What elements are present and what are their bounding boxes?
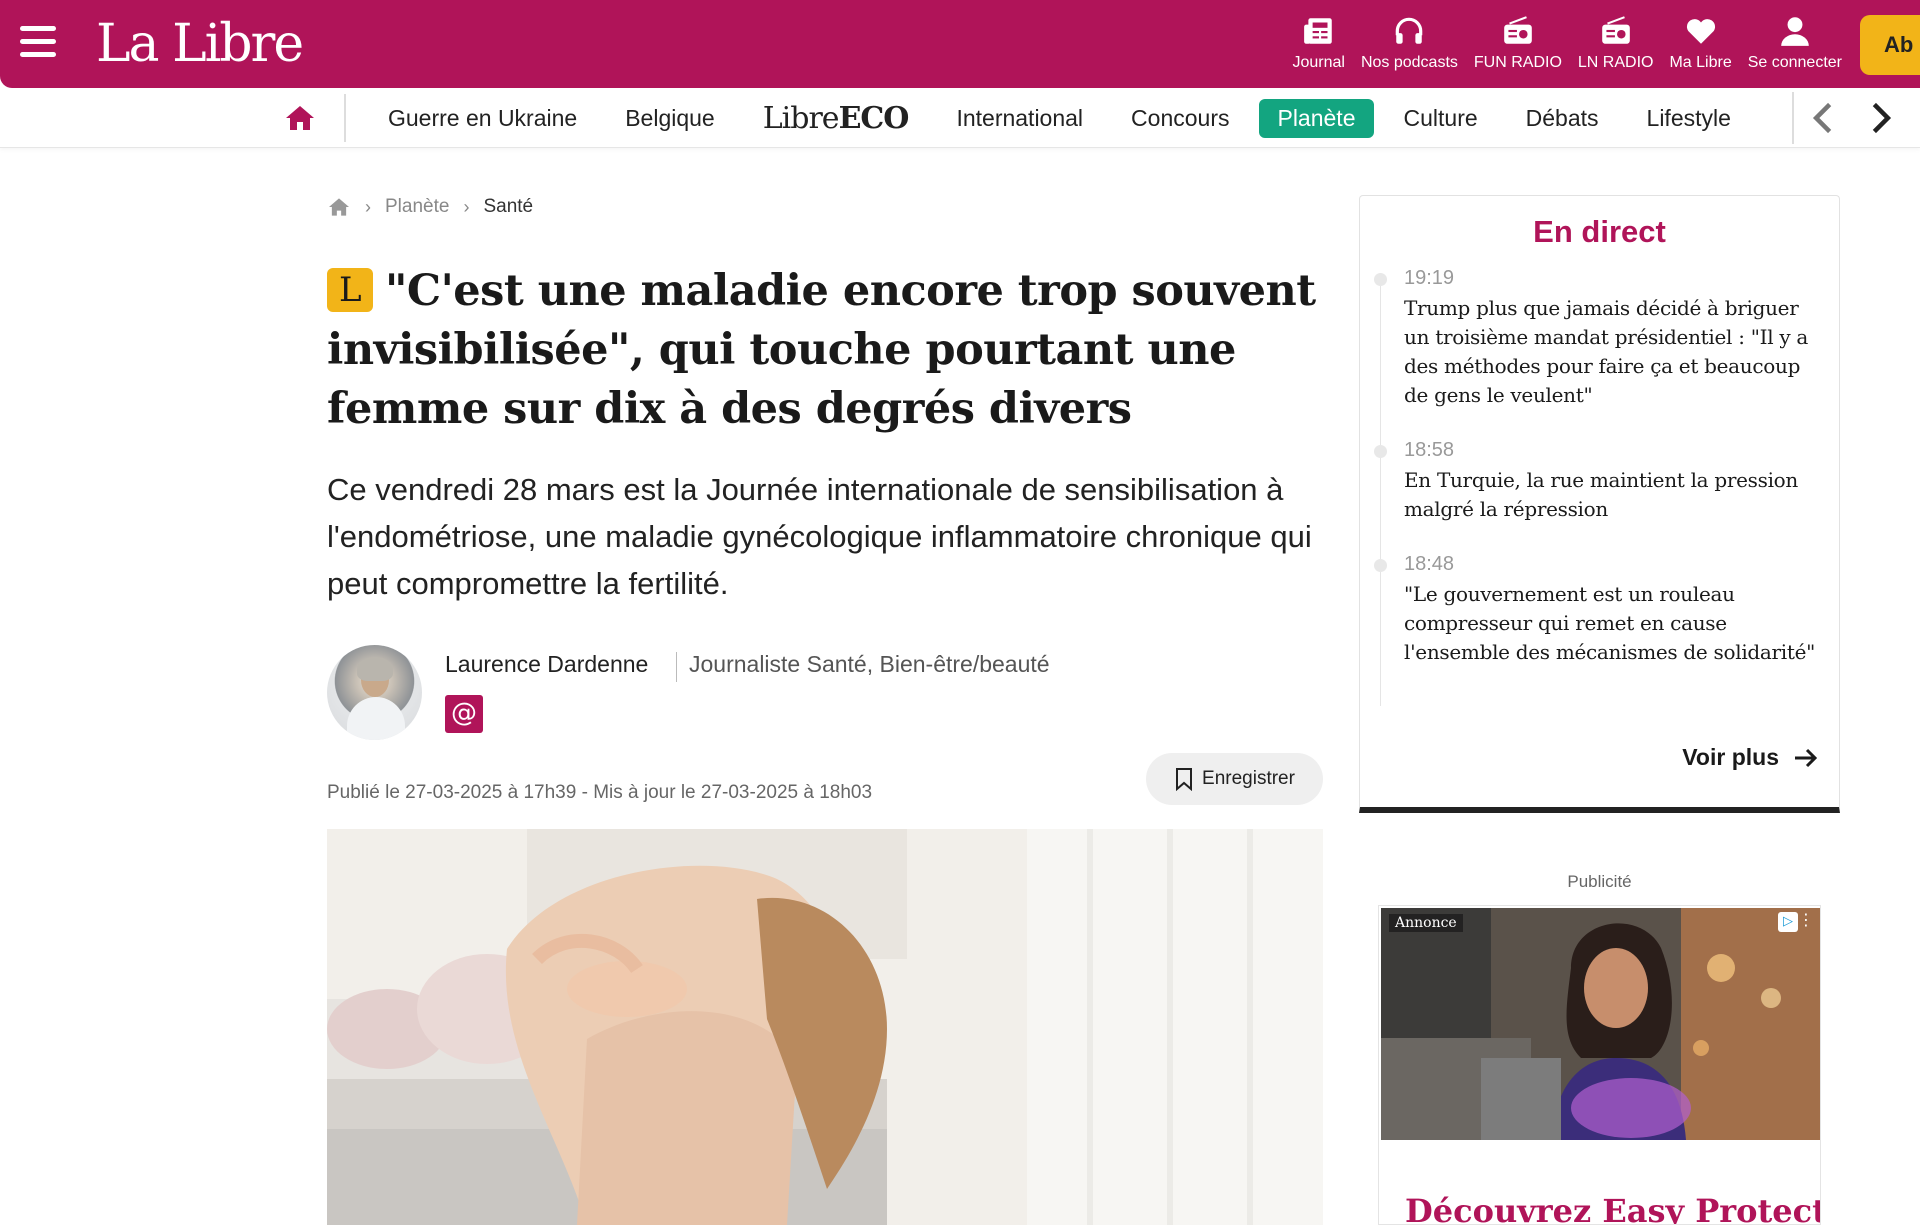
fun-radio-button[interactable]: FUN RADIO xyxy=(1466,0,1570,72)
save-label: Enregistrer xyxy=(1202,768,1295,789)
top-bar: La Libre Journal Nos podcasts FUN RADIO … xyxy=(0,0,1920,88)
home-icon[interactable] xyxy=(284,102,316,134)
hero-illustration xyxy=(327,829,1323,1225)
breadcrumb-item-sante[interactable]: Santé xyxy=(483,196,533,218)
ad-image[interactable]: Annonce ▷ ⋮ xyxy=(1381,908,1820,1140)
ad-headline[interactable]: Découvrez Easy Protect xyxy=(1405,1192,1820,1224)
nav-item-debats[interactable]: Débats xyxy=(1508,99,1617,138)
chevron-right-icon: › xyxy=(365,196,371,217)
home-icon[interactable] xyxy=(327,197,351,217)
article-dates: Publié le 27-03-2025 à 17h39 - Mis à jou… xyxy=(327,782,872,804)
nav-item-belgique[interactable]: Belgique xyxy=(607,99,733,138)
author-divider xyxy=(676,652,677,682)
subscribe-button[interactable]: Ab xyxy=(1860,15,1920,75)
ad-banner[interactable]: Annonce ▷ ⋮ Découvrez Easy Protect xyxy=(1378,905,1821,1225)
newspaper-icon xyxy=(1303,18,1332,44)
live-text[interactable]: Trump plus que jamais décidé à briguer u… xyxy=(1404,294,1821,410)
timeline-dot xyxy=(1374,273,1387,286)
author-avatar[interactable] xyxy=(327,645,422,740)
nav-item-libre-eco[interactable]: LibreECO xyxy=(745,101,927,136)
nav-item-culture[interactable]: Culture xyxy=(1386,99,1496,138)
live-list: 19:19 Trump plus que jamais décidé à bri… xyxy=(1360,264,1839,693)
fun-radio-label: FUN RADIO xyxy=(1473,54,1562,71)
live-text[interactable]: "Le gouvernement est un rouleau compress… xyxy=(1404,580,1821,667)
chevron-right-icon: › xyxy=(463,196,470,217)
breadcrumb: › Planète › Santé xyxy=(327,196,533,218)
more-options-icon[interactable]: ⋮ xyxy=(1798,910,1814,930)
heart-icon xyxy=(1686,19,1715,44)
podcasts-button[interactable]: Nos podcasts xyxy=(1353,0,1466,72)
nav-divider xyxy=(344,94,346,142)
article-lead: Ce vendredi 28 mars est la Journée inter… xyxy=(327,472,1312,601)
top-actions: Journal Nos podcasts FUN RADIO LN RADIO … xyxy=(1284,0,1920,88)
timeline-dot xyxy=(1374,445,1387,458)
journal-button[interactable]: Journal xyxy=(1284,0,1352,72)
published-date: Publié le 27-03-2025 à 17h39 xyxy=(327,782,577,803)
nav-item-concours[interactable]: Concours xyxy=(1113,99,1247,138)
ad-tag: Annonce xyxy=(1389,914,1463,932)
user-icon xyxy=(1781,17,1809,46)
ma-libre-button[interactable]: Ma Libre xyxy=(1661,0,1739,72)
save-button[interactable]: Enregistrer xyxy=(1146,753,1323,805)
timeline-dot xyxy=(1374,559,1387,572)
nav-item-lifestyle[interactable]: Lifestyle xyxy=(1629,99,1749,138)
live-time: 18:48 xyxy=(1404,553,1455,575)
live-item[interactable]: 18:48 "Le gouvernement est un rouleau co… xyxy=(1360,550,1839,667)
premium-badge: L xyxy=(327,268,373,312)
hamburger-menu-icon[interactable] xyxy=(20,26,56,62)
nav-items: Guerre en Ukraine Belgique LibreECO Inte… xyxy=(370,88,1792,148)
ad-label: Publicité xyxy=(1567,872,1632,891)
nav-item-international[interactable]: International xyxy=(938,99,1101,138)
arrow-right-icon xyxy=(1795,748,1818,767)
bookmark-icon xyxy=(1176,768,1193,791)
breadcrumb-item-planete[interactable]: Planète xyxy=(385,196,449,218)
see-more-label: Voir plus xyxy=(1682,744,1779,770)
author-name[interactable]: Laurence Dardenne xyxy=(445,651,648,678)
ad-illustration xyxy=(1381,908,1820,1140)
nav-item-ukraine[interactable]: Guerre en Ukraine xyxy=(370,99,595,138)
ma-libre-label: Ma Libre xyxy=(1669,54,1732,71)
article-hero-image xyxy=(327,829,1323,1225)
login-label: Se connecter xyxy=(1747,54,1842,71)
live-text[interactable]: En Turquie, la rue maintient la pression… xyxy=(1404,466,1821,524)
chevron-right-icon[interactable] xyxy=(1862,100,1898,136)
live-time: 19:19 xyxy=(1404,267,1455,289)
author-role: Journaliste Santé, Bien-être/beauté xyxy=(689,651,1050,677)
chevron-left-icon[interactable] xyxy=(1806,100,1842,136)
login-button[interactable]: Se connecter xyxy=(1740,0,1850,72)
section-nav: Guerre en Ukraine Belgique LibreECO Inte… xyxy=(0,88,1920,148)
nav-eco-part-b: ECO xyxy=(838,100,910,136)
article-headline-text: "C'est une maladie encore trop souvent i… xyxy=(327,266,1316,434)
live-item[interactable]: 19:19 Trump plus que jamais décidé à bri… xyxy=(1360,264,1839,410)
live-item[interactable]: 18:58 En Turquie, la rue maintient la pr… xyxy=(1360,436,1839,524)
nav-eco-part-a: Libre xyxy=(762,100,840,136)
live-title: En direct xyxy=(1533,214,1666,249)
see-more-button[interactable]: Voir plus xyxy=(1682,744,1819,771)
article-headline: L "C'est une maladie encore trop souvent … xyxy=(327,262,1327,439)
radio-icon xyxy=(1504,16,1532,44)
ln-radio-button[interactable]: LN RADIO xyxy=(1570,0,1662,72)
date-separator: - xyxy=(581,782,588,803)
journal-label: Journal xyxy=(1292,54,1345,71)
updated-date: Mis à jour le 27-03-2025 à 18h03 xyxy=(593,782,873,803)
nav-item-planete[interactable]: Planète xyxy=(1259,98,1374,138)
nav-divider-right xyxy=(1792,92,1794,144)
podcasts-label: Nos podcasts xyxy=(1360,54,1458,71)
live-feed: En direct 19:19 Trump plus que jamais dé… xyxy=(1359,195,1840,813)
ad-choices-icon[interactable]: ▷ xyxy=(1778,912,1798,932)
site-logo[interactable]: La Libre xyxy=(96,12,304,76)
email-icon[interactable]: @ xyxy=(445,695,483,733)
headphones-icon xyxy=(1396,17,1423,44)
radio-icon xyxy=(1601,16,1630,44)
live-time: 18:58 xyxy=(1404,439,1455,461)
ln-radio-label: LN RADIO xyxy=(1577,54,1654,71)
